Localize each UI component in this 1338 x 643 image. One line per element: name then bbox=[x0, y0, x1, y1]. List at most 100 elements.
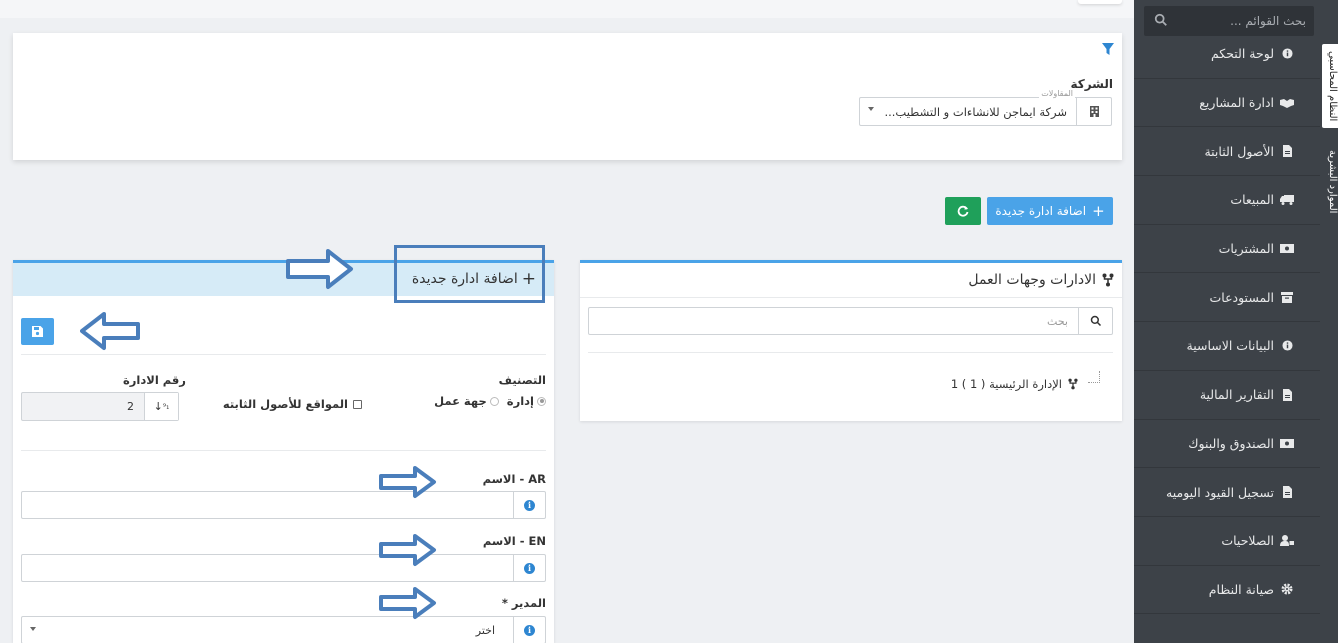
sidebar-item-system-maintenance[interactable]: صيانة النظام bbox=[1134, 566, 1320, 615]
divider bbox=[588, 352, 1113, 353]
handshake-icon bbox=[1280, 97, 1294, 109]
fixed-assets-sites-checkbox[interactable] bbox=[353, 399, 362, 409]
sidebar-item-label: المبيعات bbox=[1230, 192, 1274, 208]
truck-icon bbox=[1280, 194, 1294, 206]
save-button[interactable] bbox=[21, 318, 54, 345]
sidebar-item-label: صيانة النظام bbox=[1208, 581, 1274, 597]
annotation-arrow-right-icon bbox=[379, 587, 436, 619]
radio-workplace-label: جهة عمل bbox=[434, 394, 487, 408]
sidebar-item-label: الصلاحيات bbox=[1221, 533, 1274, 549]
sidebar-item-permissions[interactable]: الصلاحيات bbox=[1134, 517, 1320, 566]
manager-label: المدير * bbox=[501, 596, 546, 610]
sidebar-item-label: المشتريات bbox=[1218, 241, 1274, 257]
sidebar-item-warehouses[interactable]: المستودعات bbox=[1134, 273, 1320, 323]
sitemap-icon bbox=[1068, 378, 1078, 390]
gear-icon bbox=[1280, 583, 1294, 595]
manager-info[interactable]: i bbox=[513, 617, 545, 643]
department-number-field[interactable]: ↓ ⁹₁ 2 bbox=[21, 392, 179, 421]
sidebar-item-label: تسجيل القيود اليوميه bbox=[1166, 484, 1274, 500]
departments-tree-panel: الادارات وجهات العمل بحث الإدارة الرئيسي… bbox=[580, 260, 1122, 421]
tab-accounting[interactable]: النظام المحاسبي bbox=[1322, 44, 1338, 128]
tree-search-placeholder: بحث bbox=[1047, 315, 1068, 328]
tree-node-label: الإدارة الرئيسية ( 1 ) 1 bbox=[950, 377, 1062, 391]
name-en-field[interactable]: i bbox=[21, 554, 546, 582]
info-icon: i bbox=[524, 499, 535, 511]
sidebar-item-projects[interactable]: ادارة المشاريع bbox=[1134, 79, 1320, 128]
tree-panel-title: الادارات وجهات العمل bbox=[968, 272, 1114, 288]
divider bbox=[21, 450, 546, 451]
tree-search-button[interactable] bbox=[1078, 308, 1112, 334]
sidebar-item-purchases[interactable]: المشتريات bbox=[1134, 225, 1320, 274]
radio-workplace[interactable] bbox=[489, 396, 499, 406]
sidebar-item-fixed-assets[interactable]: الأصول الثابتة bbox=[1134, 127, 1320, 177]
annotation-highlight-box bbox=[394, 245, 545, 303]
document-icon bbox=[1280, 145, 1294, 158]
tree-node-main-department[interactable]: الإدارة الرئيسية ( 1 ) 1 bbox=[951, 377, 1078, 391]
classification-radios: إدارة جهة عمل bbox=[434, 394, 546, 408]
tree-connector bbox=[1088, 371, 1100, 383]
search-icon bbox=[1090, 315, 1101, 327]
name-ar-field[interactable]: i bbox=[21, 491, 546, 519]
sidebar-item-journal-entries[interactable]: تسجيل القيود اليوميه bbox=[1134, 468, 1320, 517]
company-label: الشركة bbox=[1070, 77, 1113, 91]
info-circle-icon bbox=[1280, 48, 1294, 60]
sidebar-item-cash-banks[interactable]: الصندوق والبنوك bbox=[1134, 420, 1320, 469]
info-icon: i bbox=[524, 624, 535, 636]
add-department-label: اضافة ادارة جديدة bbox=[995, 204, 1087, 218]
divider bbox=[21, 354, 546, 355]
fixed-assets-sites-label: المواقع للأصول الثابته bbox=[222, 397, 348, 411]
refresh-button[interactable] bbox=[945, 197, 981, 225]
document-icon bbox=[1280, 388, 1294, 401]
company-legend: المقاولات bbox=[1039, 89, 1075, 98]
sidebar-search-placeholder: بحث القوائم ... bbox=[1230, 14, 1306, 28]
sidebar-item-label: التقارير المالية bbox=[1199, 387, 1274, 403]
money-icon bbox=[1280, 437, 1294, 449]
sidebar-item-dashboard[interactable]: لوحة التحكم bbox=[1134, 30, 1320, 79]
name-en-info[interactable]: i bbox=[513, 555, 545, 581]
document-icon bbox=[1280, 486, 1294, 499]
top-strip bbox=[0, 0, 1134, 18]
sidebar-item-sales[interactable]: المبيعات bbox=[1134, 176, 1320, 225]
annotation-arrow-right-icon bbox=[286, 249, 353, 289]
filter-card: الشركة المقاولات شركة ايماجن للانشاءات و… bbox=[13, 33, 1122, 160]
manager-selected-value: اختر bbox=[475, 624, 495, 637]
department-number-label: رقم الادارة bbox=[123, 373, 186, 387]
sidebar-menu: لوحة التحكم ادارة المشاريع الأصول الثابت… bbox=[1134, 30, 1320, 615]
manager-select[interactable]: i اختر bbox=[21, 616, 546, 643]
sidebar-system-tabs: النظام المحاسبي الموارد البشرية bbox=[1322, 44, 1338, 643]
tree-search-input[interactable]: بحث bbox=[588, 307, 1113, 335]
company-select[interactable]: المقاولات شركة ايماجن للانشاءات و التشطي… bbox=[859, 89, 1112, 126]
add-department-button[interactable]: + اضافة ادارة جديدة bbox=[987, 197, 1113, 225]
radio-department-label: إدارة bbox=[506, 394, 534, 408]
annotation-arrow-right-icon bbox=[379, 466, 436, 498]
archive-icon bbox=[1280, 291, 1294, 303]
sidebar-item-label: لوحة التحكم bbox=[1210, 46, 1274, 62]
divider bbox=[580, 297, 1122, 298]
user-lock-icon bbox=[1280, 535, 1294, 547]
chevron-down-icon bbox=[30, 627, 36, 631]
filter-icon[interactable] bbox=[1102, 43, 1114, 55]
sidebar-item-basic-data[interactable]: البيانات الاساسية bbox=[1134, 322, 1320, 371]
company-value: شركة ايماجن للانشاءات و التشطيب... bbox=[884, 105, 1067, 119]
department-number-value: 2 bbox=[127, 400, 134, 413]
fixed-assets-sites-checkbox-group: المواقع للأصول الثابته bbox=[223, 397, 362, 411]
info-icon: i bbox=[524, 562, 535, 574]
name-ar-info[interactable]: i bbox=[513, 492, 545, 518]
sidebar-item-label: المستودعات bbox=[1209, 289, 1275, 305]
sidebar: بحث القوائم ... لوحة التحكم ادارة المشار… bbox=[1134, 0, 1338, 643]
radio-department[interactable] bbox=[537, 396, 546, 406]
sitemap-icon bbox=[1102, 273, 1114, 287]
name-en-label: الاسم - EN bbox=[482, 534, 546, 548]
name-ar-label: الاسم - AR bbox=[482, 472, 546, 486]
floppy-disk-icon bbox=[32, 326, 43, 337]
chevron-down-icon bbox=[868, 107, 874, 111]
sidebar-item-label: البيانات الاساسية bbox=[1186, 338, 1275, 354]
plus-icon: + bbox=[1092, 202, 1105, 220]
building-icon bbox=[1076, 98, 1111, 125]
sidebar-item-label: الصندوق والبنوك bbox=[1188, 435, 1274, 451]
annotation-arrow-left-icon bbox=[80, 312, 140, 350]
sidebar-item-financial-reports[interactable]: التقارير المالية bbox=[1134, 371, 1320, 420]
tab-hr[interactable]: الموارد البشرية bbox=[1322, 140, 1338, 224]
refresh-icon bbox=[957, 205, 969, 217]
top-pill bbox=[1078, 0, 1122, 4]
